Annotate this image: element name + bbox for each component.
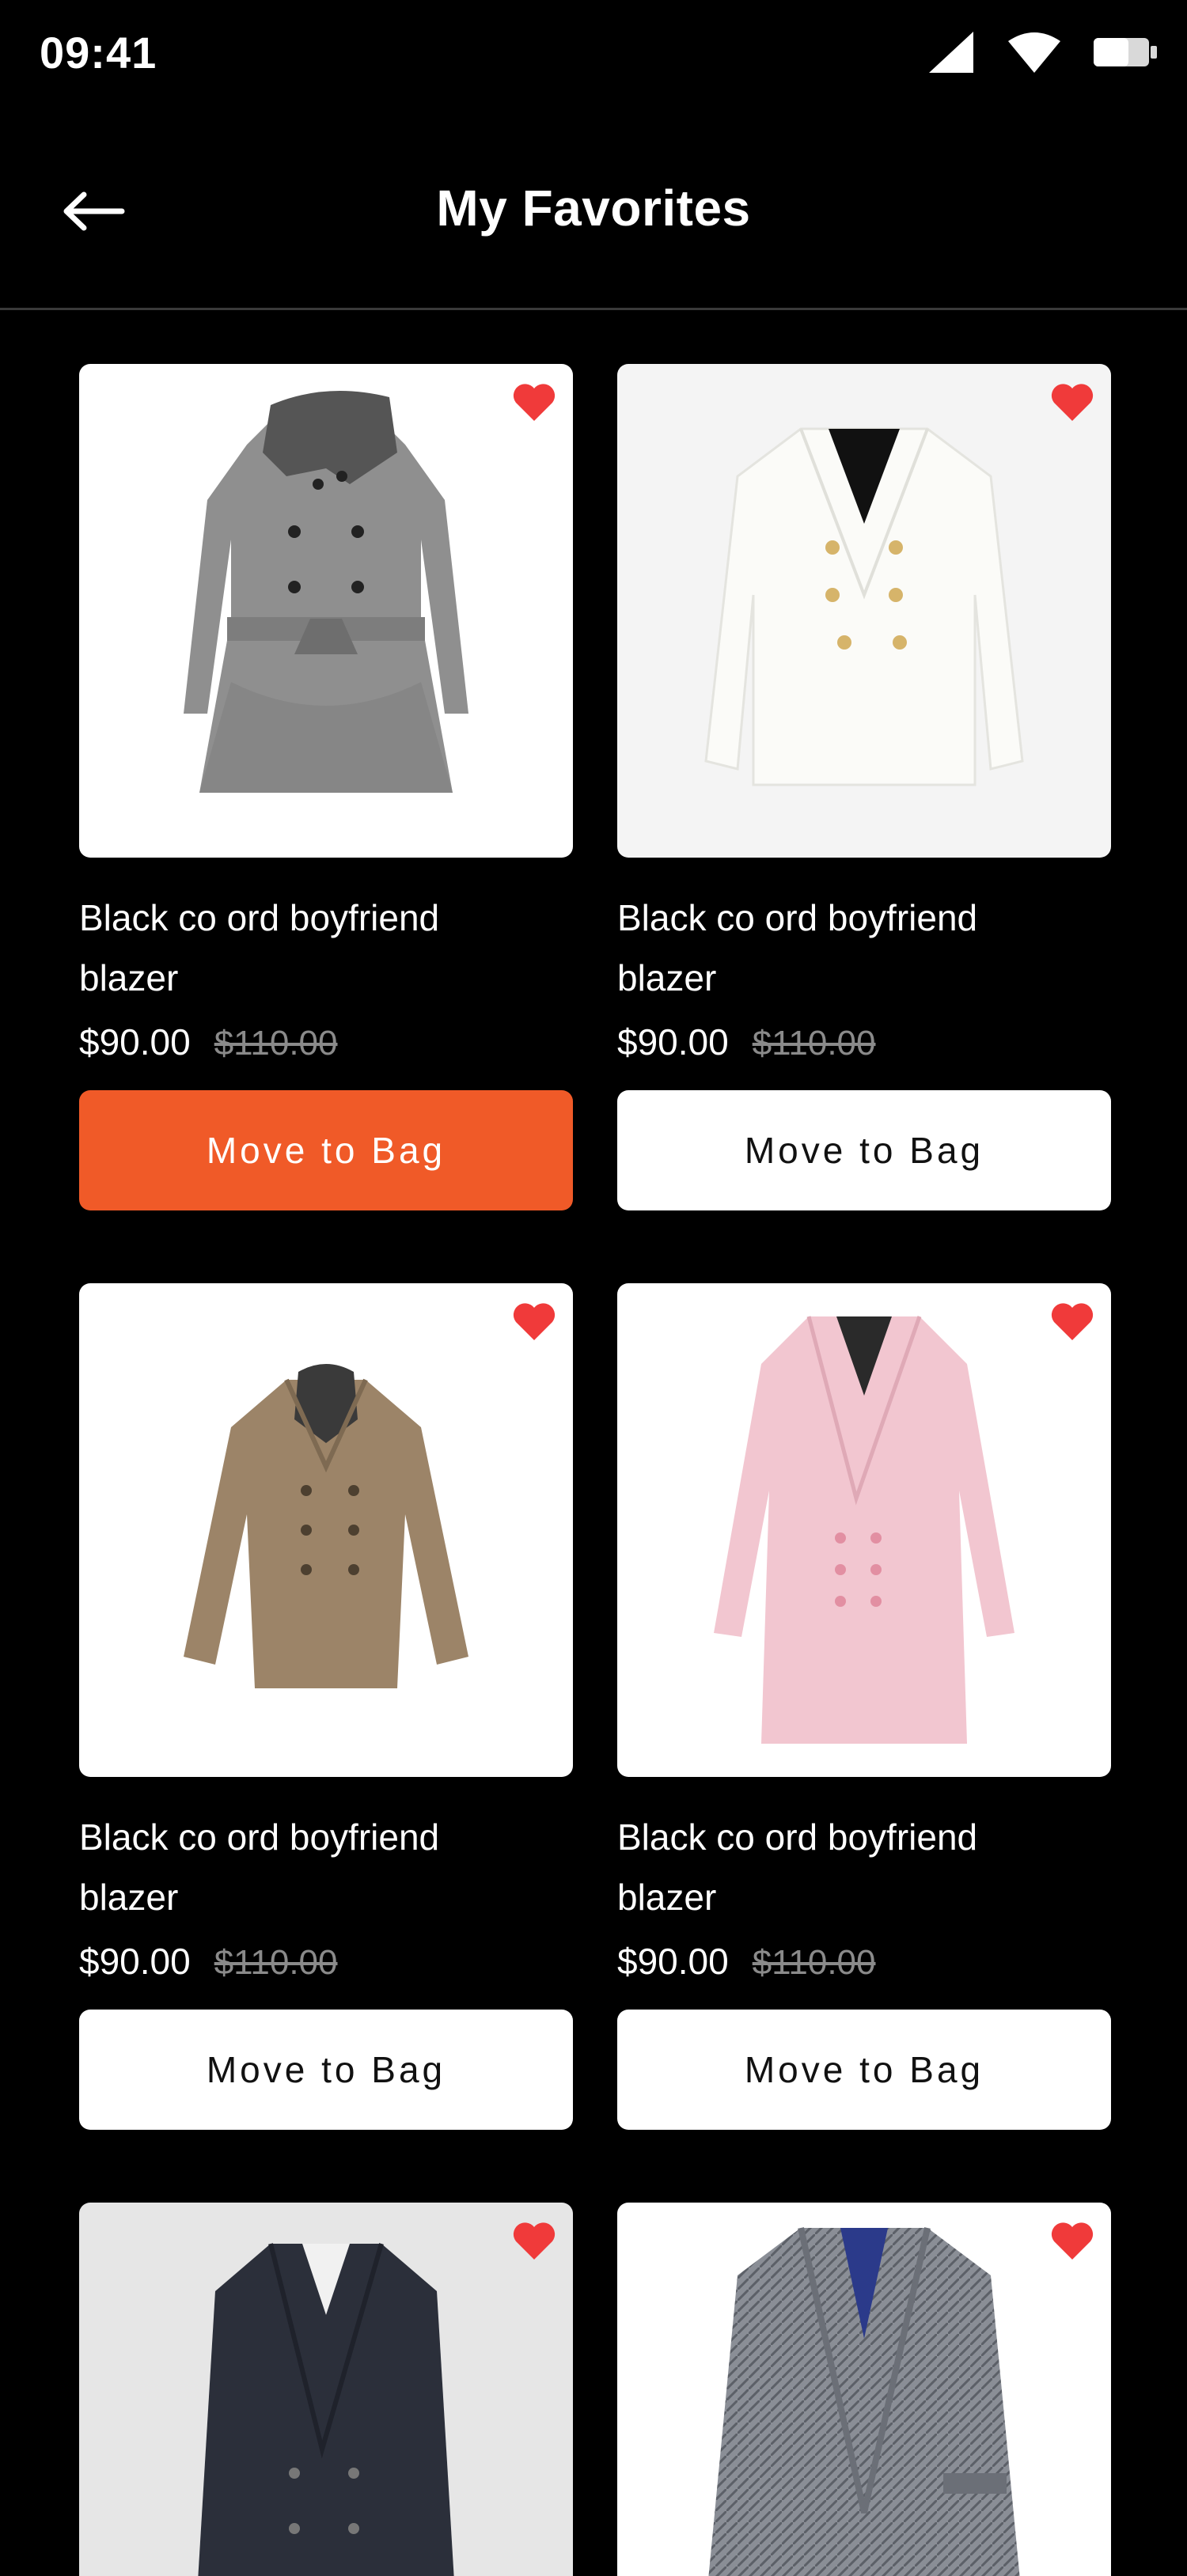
navy-double-breasted-coat-image bbox=[198, 2243, 454, 2576]
price-row: $90.00 $110.00 bbox=[617, 1021, 1111, 1063]
grey-tweed-wrap-coat-image bbox=[708, 2227, 1020, 2576]
status-bar: 09:41 bbox=[0, 0, 1187, 111]
product-old-price: $110.00 bbox=[214, 1943, 338, 1982]
product-image[interactable] bbox=[79, 2203, 573, 2576]
product-image[interactable] bbox=[617, 364, 1111, 858]
product-card[interactable]: Black co ord boyfriend blazer $90.00 $11… bbox=[79, 1283, 573, 2130]
favorite-button[interactable] bbox=[510, 2217, 559, 2266]
favorite-button[interactable] bbox=[510, 1297, 559, 1347]
price-row: $90.00 $110.00 bbox=[79, 1021, 573, 1063]
favorite-button[interactable] bbox=[1048, 378, 1097, 427]
price-row: $90.00 $110.00 bbox=[617, 1940, 1111, 1983]
product-old-price: $110.00 bbox=[752, 1943, 876, 1982]
white-double-breasted-blazer-image bbox=[704, 427, 1024, 786]
heart-icon bbox=[513, 1303, 556, 1340]
product-card[interactable] bbox=[79, 2203, 573, 2576]
move-to-bag-button[interactable]: Move to Bag bbox=[79, 2010, 573, 2130]
price-row: $90.00 $110.00 bbox=[79, 1940, 573, 1983]
favorites-grid: Black co ord boyfriend blazer $90.00 $11… bbox=[79, 364, 1111, 2576]
product-old-price: $110.00 bbox=[752, 1024, 876, 1063]
product-name: Black co ord boyfriend blazer bbox=[79, 897, 440, 998]
product-name: Black co ord boyfriend blazer bbox=[79, 1816, 440, 1918]
product-image[interactable] bbox=[617, 1283, 1111, 1777]
app-header: My Favorites bbox=[0, 127, 1187, 310]
move-to-bag-button[interactable]: Move to Bag bbox=[617, 2010, 1111, 2130]
favorite-button[interactable] bbox=[510, 378, 559, 427]
wifi-icon bbox=[1008, 32, 1060, 73]
product-card[interactable]: Black co ord boyfriend blazer $90.00 $11… bbox=[79, 364, 573, 1210]
page-title: My Favorites bbox=[436, 180, 751, 237]
product-name: Black co ord boyfriend blazer bbox=[617, 1816, 978, 1918]
product-card[interactable]: Black co ord boyfriend blazer $90.00 $11… bbox=[617, 364, 1111, 1210]
status-time: 09:41 bbox=[40, 28, 157, 78]
battery-icon bbox=[1094, 38, 1157, 66]
heart-icon bbox=[513, 384, 556, 421]
product-price: $90.00 bbox=[79, 1021, 191, 1063]
grey-fur-collar-coat-image bbox=[184, 391, 468, 793]
status-icons bbox=[926, 30, 1159, 74]
product-price: $90.00 bbox=[79, 1941, 191, 1982]
cellular-signal-icon bbox=[929, 32, 973, 73]
heart-icon bbox=[1051, 1303, 1094, 1340]
heart-icon bbox=[1051, 2222, 1094, 2260]
product-card[interactable]: Black co ord boyfriend blazer $90.00 $11… bbox=[617, 1283, 1111, 2130]
product-price: $90.00 bbox=[617, 1021, 729, 1063]
favorite-button[interactable] bbox=[1048, 2217, 1097, 2266]
product-image[interactable] bbox=[617, 2203, 1111, 2576]
product-name: Black co ord boyfriend blazer bbox=[617, 897, 978, 998]
move-to-bag-button[interactable]: Move to Bag bbox=[617, 1090, 1111, 1210]
product-price: $90.00 bbox=[617, 1941, 729, 1982]
product-image[interactable] bbox=[79, 1283, 573, 1777]
brown-pea-coat-image bbox=[184, 1364, 468, 1688]
favorite-button[interactable] bbox=[1048, 1297, 1097, 1347]
product-old-price: $110.00 bbox=[214, 1024, 338, 1063]
product-card[interactable] bbox=[617, 2203, 1111, 2576]
product-image[interactable] bbox=[79, 364, 573, 858]
move-to-bag-button[interactable]: Move to Bag bbox=[79, 1090, 573, 1210]
heart-icon bbox=[513, 2222, 556, 2260]
pink-long-coat-image bbox=[714, 1316, 1014, 1744]
heart-icon bbox=[1051, 384, 1094, 421]
